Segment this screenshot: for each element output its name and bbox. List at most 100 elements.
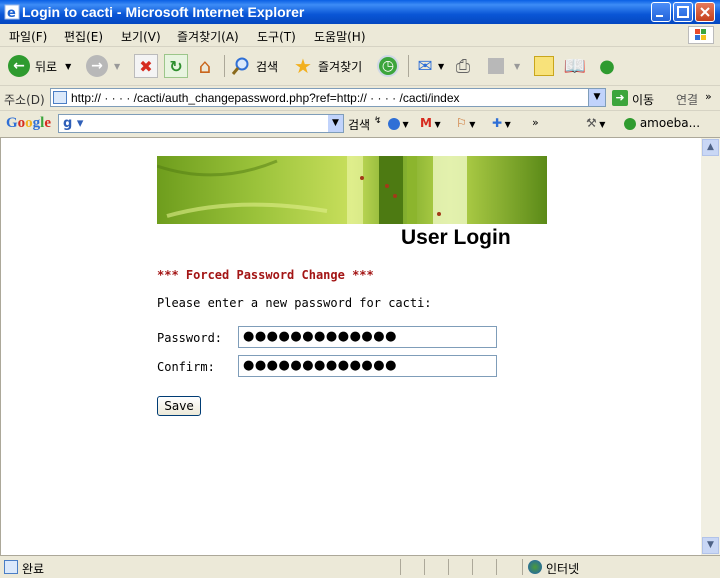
home-button[interactable]: ⌂ [194, 52, 216, 80]
bookmark-icon: ⚐ [456, 116, 467, 130]
menu-file[interactable]: 파일(F) [9, 28, 47, 45]
toolbar-separator [408, 55, 409, 77]
favorites-label: 즐겨찾기 [318, 59, 363, 74]
links-button[interactable]: 연결 [676, 91, 698, 108]
links-chevron-icon[interactable]: » [705, 90, 712, 103]
back-arrow-icon: ← [8, 55, 30, 77]
refresh-button[interactable]: ↻ [164, 52, 188, 80]
globe-icon [388, 117, 400, 130]
status-bar: 완료 인터넷 [0, 555, 720, 578]
ie-logo-icon: e [4, 4, 20, 20]
menu-edit[interactable]: 편집(E) [64, 28, 103, 45]
menu-tools[interactable]: 도구(T) [257, 28, 296, 45]
mail-dropdown-icon[interactable]: ▼ [438, 62, 444, 71]
menu-bar: 파일(F) 편집(E) 보기(V) 즐겨찾기(A) 도구(T) 도움말(H) [0, 24, 720, 47]
star-icon: ★ [294, 54, 312, 78]
edit-dropdown-icon[interactable]: ▼ [514, 62, 520, 71]
settings-button[interactable]: ⚒ ▼ [586, 116, 605, 130]
page-content: User Login *** Forced Password Change **… [0, 138, 702, 555]
status-separator [424, 559, 425, 575]
address-dropdown-icon[interactable]: ▼ [588, 89, 605, 106]
google-search-input[interactable]: g ▾ ▼ [58, 114, 344, 133]
menu-help[interactable]: 도움말(H) [314, 28, 366, 45]
messenger-button[interactable]: ● [596, 52, 618, 80]
confirm-password-field[interactable]: ●●●●●●●●●●●●● [238, 355, 497, 377]
password-prompt: Please enter a new password for cacti: [157, 296, 432, 310]
account-status-icon [624, 117, 636, 130]
research-button[interactable]: 📖 [564, 52, 586, 80]
go-button[interactable]: 이동 [632, 91, 654, 108]
scroll-down-icon[interactable]: ▼ [702, 537, 719, 554]
close-button[interactable] [695, 2, 715, 22]
history-clock-icon: ◷ [377, 55, 399, 77]
status-separator [400, 559, 401, 575]
minimize-button[interactable] [651, 2, 671, 22]
page-icon [53, 91, 67, 104]
print-button[interactable]: ⎙ [452, 52, 474, 80]
close-icon [700, 7, 710, 17]
more-chevron-icon[interactable]: » [532, 116, 539, 129]
address-bar: 주소(D) http:// · · · · /cacti/auth_change… [0, 86, 720, 111]
address-url: http:// · · · · /cacti/auth_changepasswo… [71, 91, 460, 105]
book-icon: 📖 [563, 55, 587, 77]
history-button[interactable]: ◷ [377, 52, 399, 80]
account-label: amoeba... [639, 116, 701, 130]
stop-icon: ✖ [134, 54, 158, 78]
google-toolbar: Google g ▾ ▼ 검색 ↯ ▼ M ▼ ⚐ ▼ ✚ ▼ » ⚒ ▼ am… [0, 111, 720, 138]
status-separator [472, 559, 473, 575]
forward-dropdown-icon[interactable]: ▼ [114, 62, 120, 71]
bookmarks-button[interactable]: ⚐ ▼ [456, 116, 475, 130]
edit-icon [488, 58, 504, 74]
gmail-button[interactable]: M ▼ [420, 116, 441, 130]
menu-view[interactable]: 보기(V) [121, 28, 161, 45]
vertical-scrollbar[interactable]: ▲ ▼ [701, 138, 720, 555]
favorites-button[interactable]: ★ 즐겨찾기 [292, 52, 362, 80]
scroll-up-icon[interactable]: ▲ [702, 139, 719, 156]
window-title: Login to cacti - Microsoft Internet Expl… [22, 4, 305, 20]
google-logo[interactable]: Google [6, 115, 51, 132]
gmail-icon: M [420, 116, 432, 130]
maximize-button[interactable] [673, 2, 693, 22]
toolbar-separator [224, 55, 225, 77]
sticky-note-icon [534, 56, 554, 76]
mail-button[interactable]: ✉ ▼ [414, 52, 444, 80]
internet-zone-icon [528, 560, 542, 574]
title-bar: e Login to cacti - Microsoft Internet Ex… [0, 0, 720, 24]
edit-button[interactable]: ▼ [488, 52, 520, 80]
windows-logo-icon [688, 26, 714, 44]
back-button[interactable]: ← 뒤로 ▼ [8, 52, 71, 80]
maximize-icon [677, 6, 689, 18]
confirm-label: Confirm: [157, 360, 215, 374]
address-label: 주소(D) [4, 93, 45, 107]
password-field[interactable]: ●●●●●●●●●●●●● [238, 326, 497, 348]
search-label: 검색 [256, 59, 279, 74]
stop-button[interactable]: ✖ [134, 52, 158, 80]
account-button[interactable]: amoeba... [624, 116, 700, 130]
forward-button[interactable]: → ▼ [86, 52, 120, 80]
search-button[interactable]: 검색 [230, 52, 278, 80]
notes-button[interactable] [534, 52, 554, 80]
go-arrow-icon[interactable]: ➜ [612, 90, 628, 106]
forward-arrow-icon: → [86, 55, 108, 77]
cacti-banner-image [157, 156, 547, 224]
minimize-icon [656, 15, 663, 17]
google-search-dropdown-icon[interactable]: ▼ [328, 115, 343, 132]
menu-favorites[interactable]: 즐겨찾기(A) [177, 28, 239, 45]
google-news-button[interactable]: ▼ [388, 116, 409, 130]
messenger-icon: ● [599, 55, 615, 77]
mail-icon: ✉ [417, 55, 433, 77]
google-g-icon: g ▾ [63, 116, 84, 131]
forced-password-notice: *** Forced Password Change *** [157, 268, 374, 282]
password-label: Password: [157, 331, 223, 345]
status-separator [522, 559, 523, 575]
wrench-icon: ⚒ [586, 116, 597, 130]
google-search-dropdown-icon[interactable]: ↯ [374, 116, 382, 126]
back-label: 뒤로 [35, 59, 58, 74]
save-button[interactable]: Save [157, 396, 201, 416]
status-separator [496, 559, 497, 575]
back-dropdown-icon[interactable]: ▼ [65, 62, 71, 71]
status-separator [448, 559, 449, 575]
add-button[interactable]: ✚ ▼ [492, 116, 511, 130]
address-input[interactable]: http:// · · · · /cacti/auth_changepasswo… [50, 88, 606, 107]
google-search-button[interactable]: 검색 [348, 116, 370, 133]
